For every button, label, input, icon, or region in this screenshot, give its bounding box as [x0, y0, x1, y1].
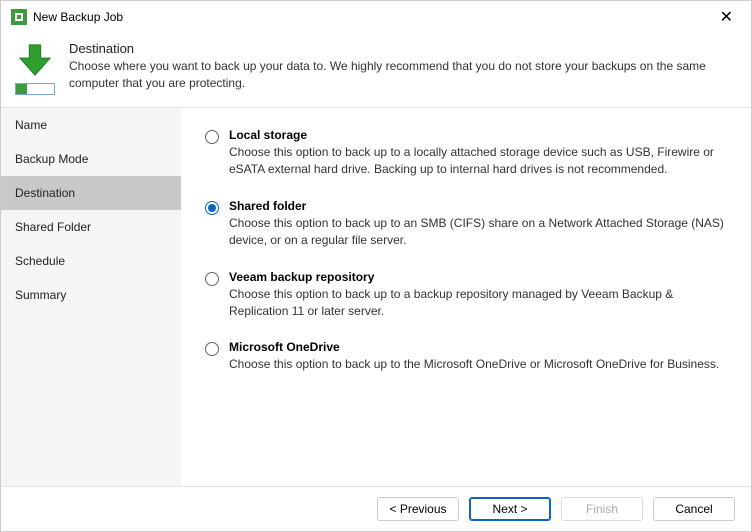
previous-button[interactable]: < Previous	[377, 497, 459, 521]
cancel-button[interactable]: Cancel	[653, 497, 735, 521]
radio-onedrive[interactable]	[205, 342, 219, 356]
download-arrow-icon	[16, 41, 54, 79]
app-icon	[11, 9, 27, 25]
sidebar-item-destination[interactable]: Destination	[1, 176, 181, 210]
option-title: Local storage	[229, 128, 727, 142]
option-description: Choose this option to back up to an SMB …	[229, 215, 727, 250]
title-bar: New Backup Job ✕	[1, 1, 751, 33]
option-veeam-repo[interactable]: Veeam backup repository Choose this opti…	[205, 270, 727, 321]
sidebar-item-schedule[interactable]: Schedule	[1, 244, 181, 278]
header-graphic	[15, 41, 55, 95]
sidebar-item-backup-mode[interactable]: Backup Mode	[1, 142, 181, 176]
close-icon[interactable]: ✕	[712, 7, 741, 27]
window-title: New Backup Job	[33, 10, 123, 24]
option-title: Microsoft OneDrive	[229, 340, 727, 354]
option-shared-folder[interactable]: Shared folder Choose this option to back…	[205, 199, 727, 250]
option-description: Choose this option to back up to the Mic…	[229, 356, 727, 373]
sidebar-item-name[interactable]: Name	[1, 108, 181, 142]
sidebar-item-shared-folder[interactable]: Shared Folder	[1, 210, 181, 244]
radio-shared-folder[interactable]	[205, 201, 219, 215]
option-description: Choose this option to back up to a local…	[229, 144, 727, 179]
option-description: Choose this option to back up to a backu…	[229, 286, 727, 321]
disk-usage-icon	[15, 83, 55, 95]
wizard-steps-sidebar: Name Backup Mode Destination Shared Fold…	[1, 108, 181, 486]
wizard-content: Local storage Choose this option to back…	[181, 108, 751, 486]
option-onedrive[interactable]: Microsoft OneDrive Choose this option to…	[205, 340, 727, 373]
radio-local-storage[interactable]	[205, 130, 219, 144]
finish-button: Finish	[561, 497, 643, 521]
wizard-header: Destination Choose where you want to bac…	[1, 33, 751, 107]
wizard-footer: < Previous Next > Finish Cancel	[1, 486, 751, 531]
page-title: Destination	[69, 41, 737, 56]
page-description: Choose where you want to back up your da…	[69, 58, 737, 93]
sidebar-item-summary[interactable]: Summary	[1, 278, 181, 312]
option-local-storage[interactable]: Local storage Choose this option to back…	[205, 128, 727, 179]
next-button[interactable]: Next >	[469, 497, 551, 521]
option-title: Veeam backup repository	[229, 270, 727, 284]
radio-veeam-repo[interactable]	[205, 272, 219, 286]
wizard-body: Name Backup Mode Destination Shared Fold…	[1, 107, 751, 486]
option-title: Shared folder	[229, 199, 727, 213]
